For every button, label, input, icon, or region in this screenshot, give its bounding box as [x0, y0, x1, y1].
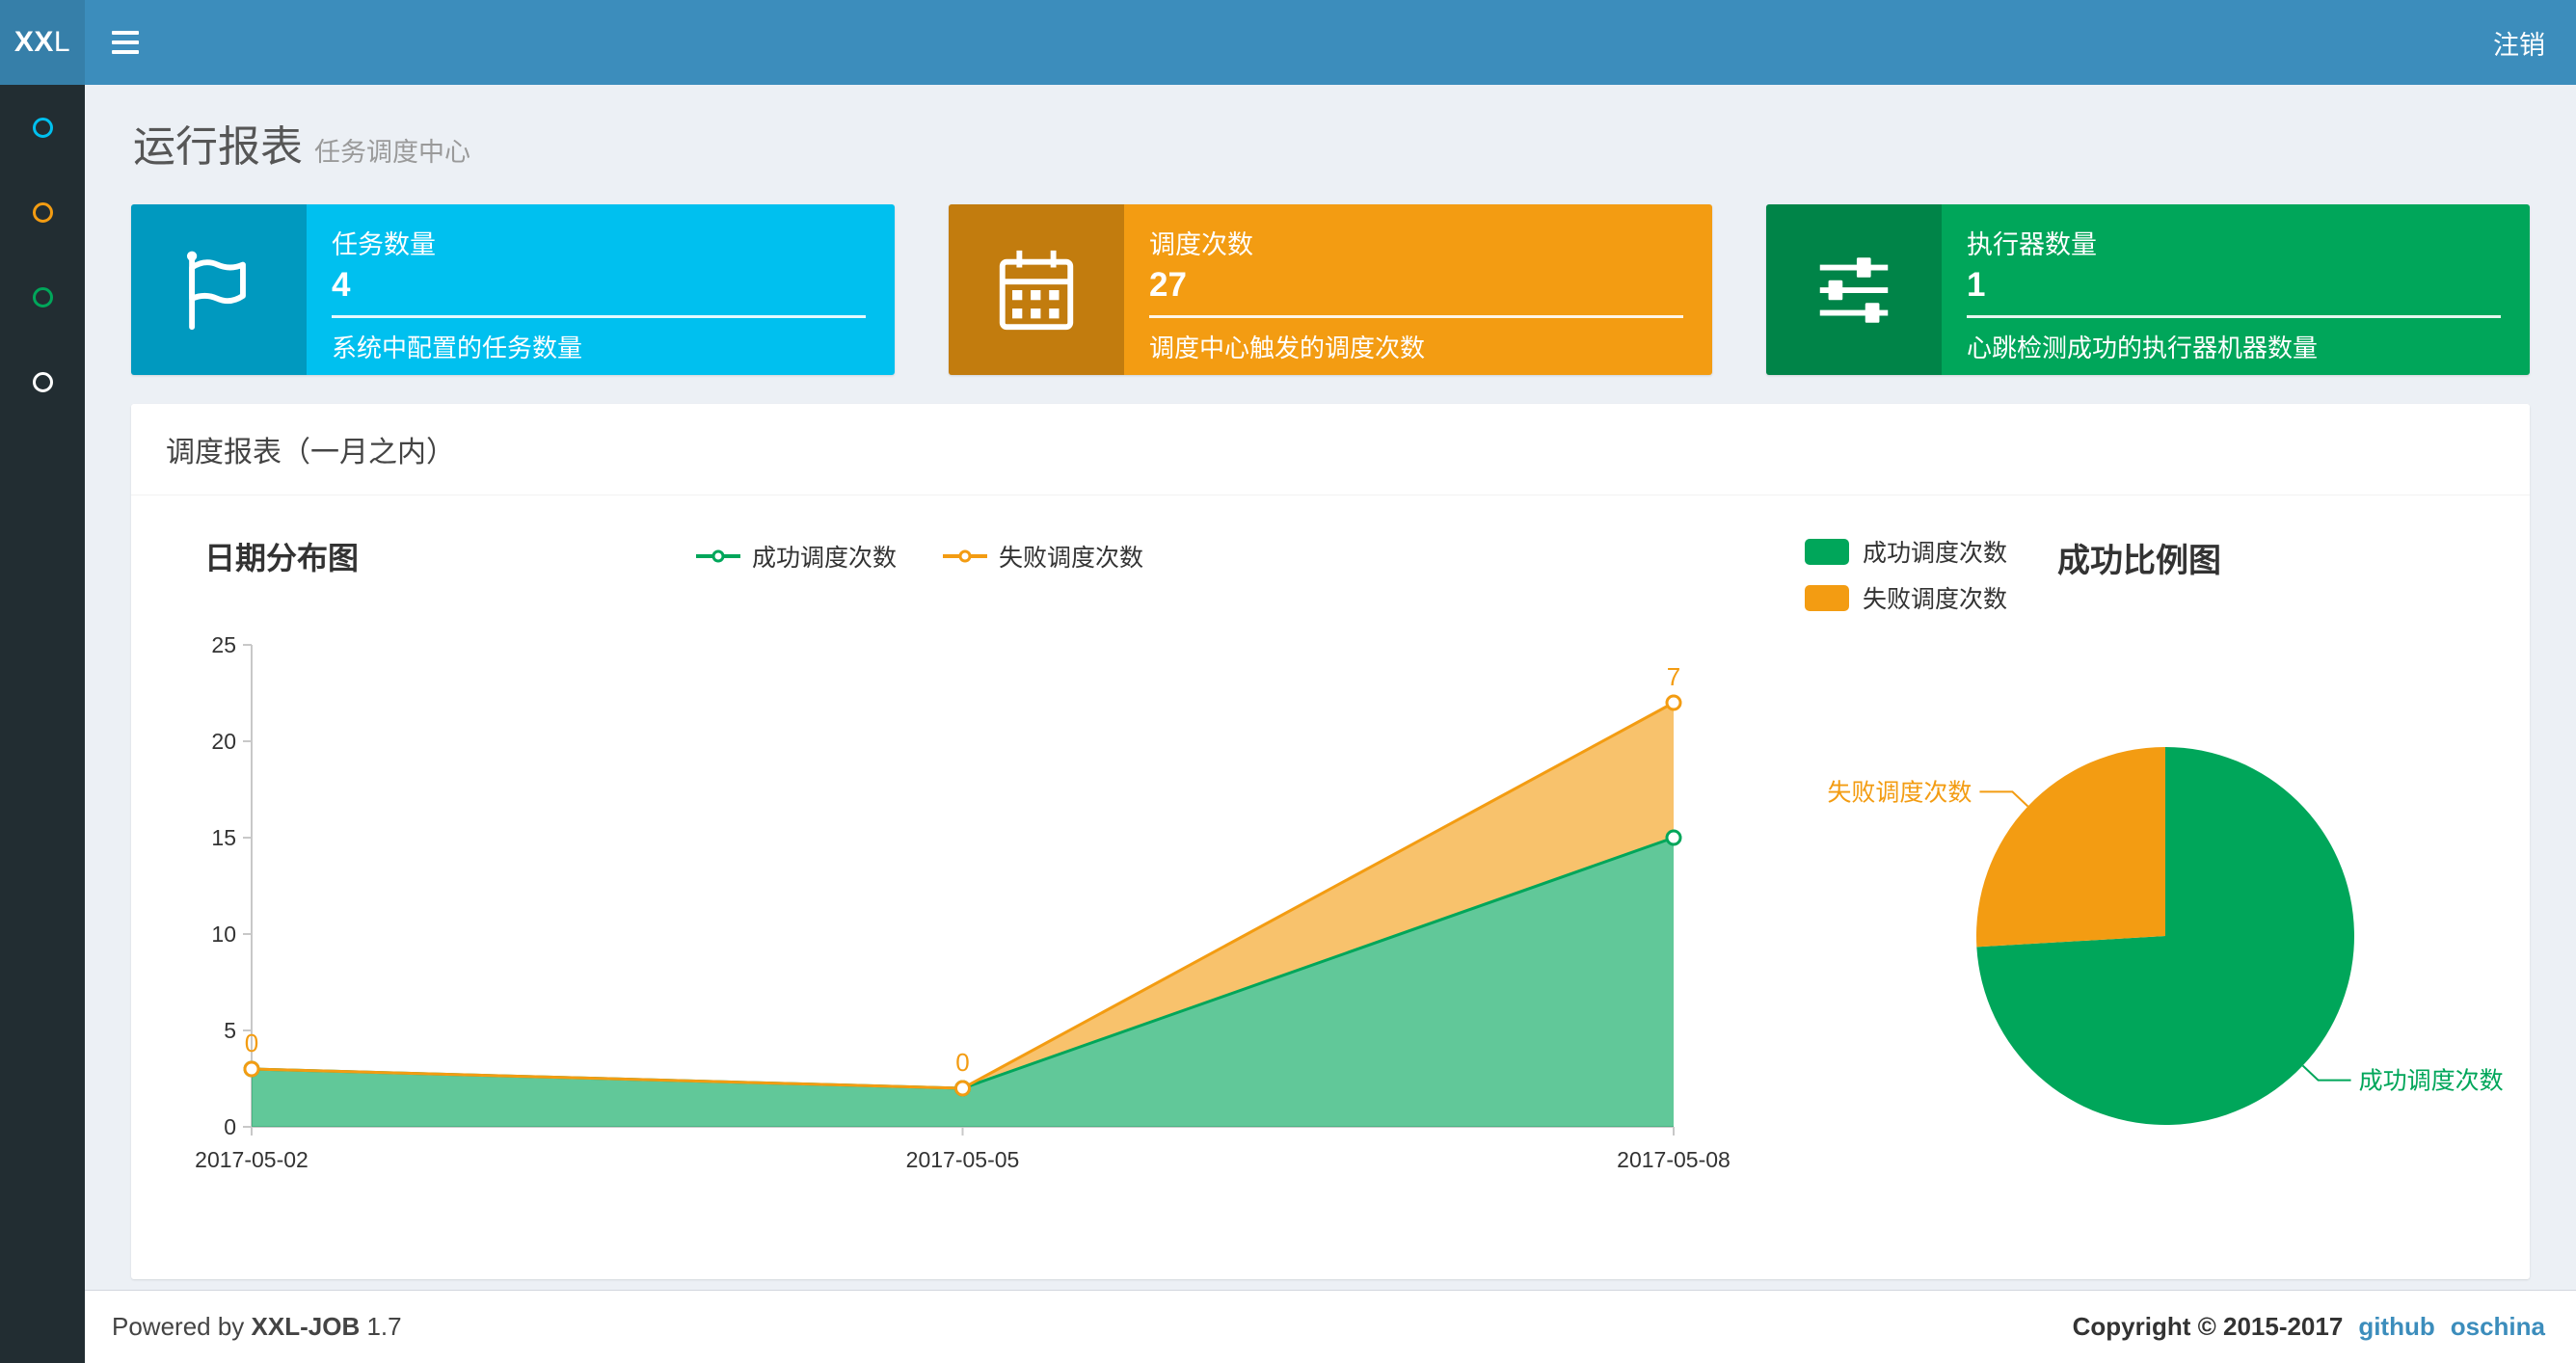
svg-text:10: 10	[211, 922, 236, 947]
hamburger-icon	[112, 31, 139, 35]
line-chart-section: 日期分布图 成功调度次数 失败调度次数 0 5 10 15 20 25 2017-05-02 2…	[170, 534, 1770, 1235]
legend-item[interactable]: 成功调度次数	[1805, 534, 2007, 569]
copyright-text: Copyright © 2015-2017	[2072, 1312, 2344, 1341]
sidebar-item-1[interactable]	[0, 85, 85, 170]
info-box-title: 调度次数	[1149, 230, 1253, 259]
svg-text:2017-05-08: 2017-05-08	[1617, 1147, 1731, 1172]
page-subtitle: 任务调度中心	[314, 138, 470, 167]
pie-chart-title: 成功比例图	[2057, 543, 2222, 579]
divider	[1149, 315, 1683, 318]
svg-text:2017-05-02: 2017-05-02	[195, 1147, 309, 1172]
svg-text:失败调度次数: 失败调度次数	[1827, 779, 1972, 806]
info-box-desc: 系统中配置的任务数量	[332, 334, 583, 362]
panel-title: 调度报表（一月之内）	[131, 404, 2530, 495]
sidebar-item-2[interactable]	[0, 170, 85, 254]
sidebar-item-4[interactable]	[0, 339, 85, 424]
svg-text:15: 15	[211, 825, 236, 850]
svg-text:0: 0	[245, 1029, 258, 1057]
info-box-3: 执行器数量 1 心跳检测成功的执行器机器数量	[1766, 204, 2530, 375]
pie-chart-section: 成功调度次数 失败调度次数 成功比例图 成功调度次数 失败调度次数	[1770, 534, 2526, 1235]
divider	[1967, 315, 2501, 318]
legend-label: 成功调度次数	[751, 545, 897, 572]
footer: Powered by XXL-JOB 1.7 Copyright © 2015-…	[85, 1290, 2576, 1363]
info-box-content: 任务数量 4 系统中配置的任务数量	[307, 204, 895, 375]
svg-text:20: 20	[211, 729, 236, 754]
info-box-1: 任务数量 4 系统中配置的任务数量	[131, 204, 895, 375]
line-chart-header: 日期分布图 成功调度次数 失败调度次数	[170, 534, 1770, 578]
app-logo[interactable]: XX L	[0, 0, 85, 85]
github-link[interactable]: github	[2358, 1312, 2434, 1341]
oschina-link[interactable]: oschina	[2451, 1312, 2545, 1341]
svg-text:5: 5	[224, 1018, 236, 1043]
circle-outline-icon	[32, 371, 53, 392]
page-title: 运行报表	[133, 123, 303, 171]
report-panel: 调度报表（一月之内） 日期分布图 成功调度次数 失败调度次数 0 5 10 15 20 25…	[131, 404, 2530, 1279]
line-marker-icon	[943, 549, 987, 563]
logo-text-bold: XX	[13, 26, 54, 58]
info-box-value: 4	[332, 266, 351, 304]
legend-label: 成功调度次数	[1863, 540, 2008, 567]
line-marker-icon	[695, 549, 740, 563]
sidebar-toggle-button[interactable]	[85, 0, 166, 85]
info-box-content: 执行器数量 1 心跳检测成功的执行器机器数量	[1942, 204, 2530, 375]
info-box-content: 调度次数 27 调度中心触发的调度次数	[1124, 204, 1712, 375]
legend-label: 失败调度次数	[1863, 586, 2008, 613]
legend-item[interactable]: 失败调度次数	[1805, 580, 2007, 615]
powered-prefix: Powered by	[112, 1312, 245, 1341]
info-box-desc: 调度中心触发的调度次数	[1149, 334, 1426, 362]
swatch-icon	[1805, 584, 1849, 611]
line-chart: 0 5 10 15 20 25 2017-05-02 2017-05-05 2017-05-08…	[170, 601, 1770, 1185]
product-name: XXL-JOB	[251, 1312, 361, 1341]
divider	[332, 315, 866, 318]
logo-text: L	[53, 26, 71, 58]
circle-outline-icon	[32, 286, 53, 307]
info-box-2: 调度次数 27 调度中心触发的调度次数	[949, 204, 1712, 375]
sidebar-item-3[interactable]	[0, 254, 85, 339]
content-area: 运行报表 任务调度中心 任务数量 4 系统中配置的任务数量 调度次数 27 调度中心触发的调…	[85, 85, 2576, 1290]
copyright: Copyright © 2015-2017 github oschina	[2073, 1312, 2545, 1342]
pie-chart-header: 成功调度次数 失败调度次数 成功比例图	[1805, 534, 2526, 615]
pie-chart: 成功调度次数 失败调度次数	[1805, 632, 2526, 1235]
svg-text:25: 25	[211, 632, 236, 657]
svg-text:0: 0	[955, 1048, 969, 1077]
svg-text:成功调度次数: 成功调度次数	[2359, 1068, 2504, 1095]
info-box-desc: 心跳检测成功的执行器机器数量	[1967, 334, 2319, 362]
line-chart-legend: 成功调度次数 失败调度次数	[359, 539, 1481, 574]
swatch-icon	[1805, 538, 1849, 565]
info-box-title: 任务数量	[332, 230, 436, 259]
svg-text:0: 0	[224, 1114, 236, 1139]
hamburger-icon	[112, 50, 139, 54]
sidebar-menu	[0, 85, 85, 424]
svg-text:2017-05-05: 2017-05-05	[906, 1147, 1020, 1172]
info-box-value: 1	[1967, 266, 1986, 304]
sidebar	[0, 85, 85, 1363]
line-chart-title: 日期分布图	[204, 541, 360, 575]
content-header: 运行报表 任务调度中心	[85, 85, 2576, 174]
navbar-content: 注销	[85, 0, 2576, 85]
info-box-title: 执行器数量	[1967, 230, 2097, 259]
svg-text:7: 7	[1667, 662, 1680, 691]
top-navbar: XX L 注销	[0, 0, 2576, 85]
info-box-value: 27	[1149, 266, 1187, 304]
info-box-row: 任务数量 4 系统中配置的任务数量 调度次数 27 调度中心触发的调度次数 执行器数量 1 心跳…	[85, 174, 2576, 375]
circle-outline-icon	[32, 201, 53, 223]
hamburger-icon	[112, 40, 139, 44]
panel-body: 日期分布图 成功调度次数 失败调度次数 0 5 10 15 20 25 2017-05-02 2…	[131, 495, 2530, 1279]
legend-item[interactable]: 成功调度次数	[695, 539, 897, 574]
legend-item[interactable]: 失败调度次数	[943, 539, 1143, 574]
circle-outline-icon	[32, 117, 53, 138]
sliders-icon	[1766, 204, 1942, 375]
footer-links: github oschina	[2343, 1312, 2545, 1342]
flag-icon	[131, 204, 307, 375]
page-wrapper: 运行报表 任务调度中心 任务数量 4 系统中配置的任务数量 调度次数 27 调度中心触发的调…	[85, 85, 2576, 1363]
powered-by: Powered by XXL-JOB 1.7	[112, 1312, 402, 1342]
legend-label: 失败调度次数	[999, 545, 1144, 572]
pie-chart-legend: 成功调度次数 失败调度次数	[1805, 534, 2007, 615]
calendar-icon	[949, 204, 1124, 375]
product-version: 1.7	[366, 1312, 402, 1341]
logout-link[interactable]: 注销	[2462, 0, 2576, 85]
